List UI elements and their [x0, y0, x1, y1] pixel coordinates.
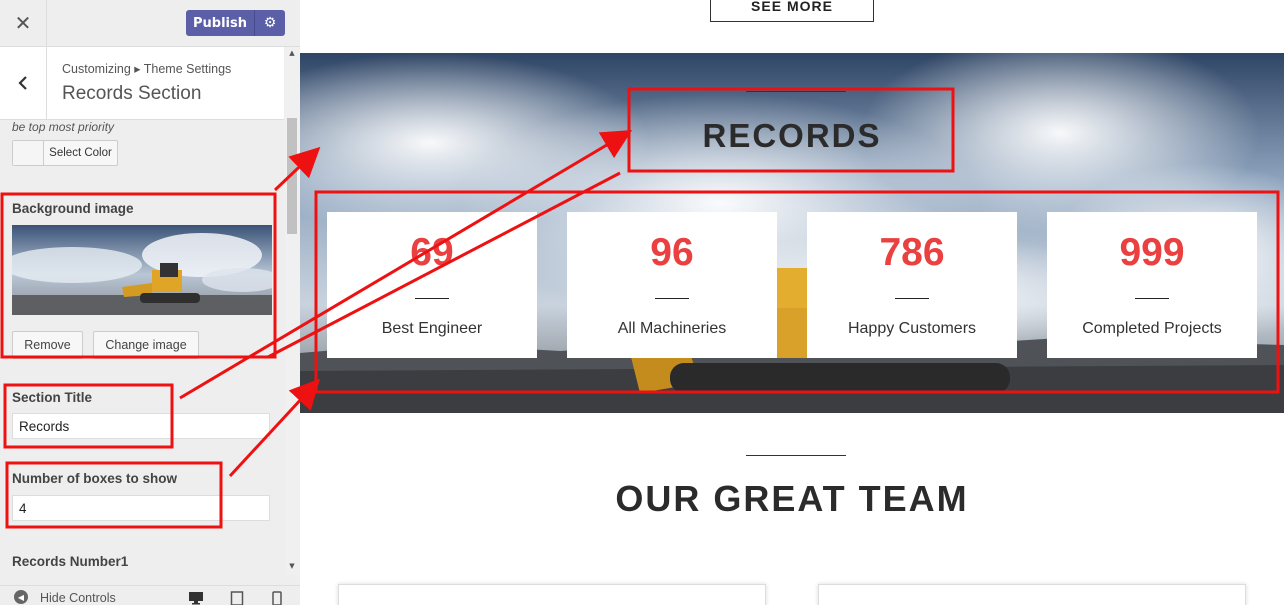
record-label: Best Engineer — [381, 320, 483, 337]
background-image-thumbnail[interactable] — [12, 225, 272, 315]
site-preview: SEE MORE RECORDS 69 Best Engineer 96 All… — [300, 0, 1284, 605]
gear-icon: ⚙ — [263, 15, 277, 31]
record-number: 69 — [410, 231, 454, 274]
record-label: All Machineries — [617, 320, 727, 337]
record-box: 69 Best Engineer — [327, 212, 537, 358]
background-image-label: Background image — [12, 201, 134, 216]
record-label: Happy Customers — [847, 320, 977, 337]
publish-group: Publish ⚙ — [186, 10, 285, 36]
section-title-input[interactable]: Records — [12, 413, 270, 439]
publish-button[interactable]: Publish — [186, 10, 254, 36]
see-more-button[interactable]: SEE MORE — [710, 0, 874, 22]
panel-title: Records Section — [62, 83, 202, 104]
remove-image-button[interactable]: Remove — [12, 331, 83, 359]
section-title-label: Section Title — [12, 390, 93, 405]
record-number: 999 — [1119, 231, 1185, 274]
scrollbar-thumb[interactable] — [287, 118, 297, 234]
select-color-button[interactable]: Select Color — [12, 140, 118, 166]
team-card — [818, 584, 1246, 605]
select-color-label: Select Color — [49, 147, 112, 159]
team-title: OUR GREAT TEAM — [615, 478, 969, 519]
records-title-rule — [746, 91, 846, 92]
records-title: RECORDS — [702, 117, 882, 154]
close-button[interactable]: ✕ — [0, 0, 47, 46]
priority-note: be top most priority — [12, 120, 115, 134]
record-label: Completed Projects — [1082, 320, 1222, 337]
record-box: 96 All Machineries — [567, 212, 777, 358]
team-title-rule — [746, 455, 846, 456]
scroll-up-icon[interactable]: ▲ — [287, 49, 297, 57]
back-button[interactable] — [0, 47, 47, 119]
panel-header: Customizing ▸ Theme Settings Records Sec… — [0, 47, 284, 120]
bulldozer-image — [12, 225, 272, 315]
chevron-left-icon — [18, 76, 27, 90]
record-number: 786 — [879, 231, 945, 274]
mobile-icon[interactable] — [272, 591, 282, 605]
records-number-label: Records Number1 — [12, 554, 129, 569]
close-icon: ✕ — [14, 11, 32, 35]
team-card — [338, 584, 766, 605]
customizer-footer: ◀ Hide Controls — [0, 585, 300, 605]
record-box: 999 Completed Projects — [1047, 212, 1257, 358]
record-rule — [895, 298, 929, 299]
desktop-icon[interactable] — [188, 591, 204, 605]
record-rule — [655, 298, 689, 299]
boxes-count-input[interactable]: 4 — [12, 495, 270, 521]
change-image-button[interactable]: Change image — [93, 331, 199, 359]
publish-settings-button[interactable]: ⚙ — [254, 10, 285, 36]
record-box: 786 Happy Customers — [807, 212, 1017, 358]
scroll-down-icon[interactable]: ▼ — [287, 562, 297, 570]
records-section: RECORDS 69 Best Engineer 96 All Machiner… — [300, 53, 1284, 413]
hide-controls-icon[interactable]: ◀ — [14, 590, 28, 604]
boxes-count-label: Number of boxes to show — [12, 471, 178, 486]
record-rule — [415, 298, 449, 299]
record-number: 96 — [650, 231, 694, 274]
breadcrumb: Customizing ▸ Theme Settings — [62, 62, 232, 76]
hide-controls-button[interactable]: Hide Controls — [40, 591, 116, 605]
customizer-topbar: ✕ Publish ⚙ — [0, 0, 300, 47]
customizer-sidebar: ✕ Publish ⚙ Customizing ▸ Theme Settings… — [0, 0, 301, 605]
tablet-icon[interactable] — [230, 591, 244, 605]
record-rule — [1135, 298, 1169, 299]
color-swatch — [13, 141, 44, 165]
